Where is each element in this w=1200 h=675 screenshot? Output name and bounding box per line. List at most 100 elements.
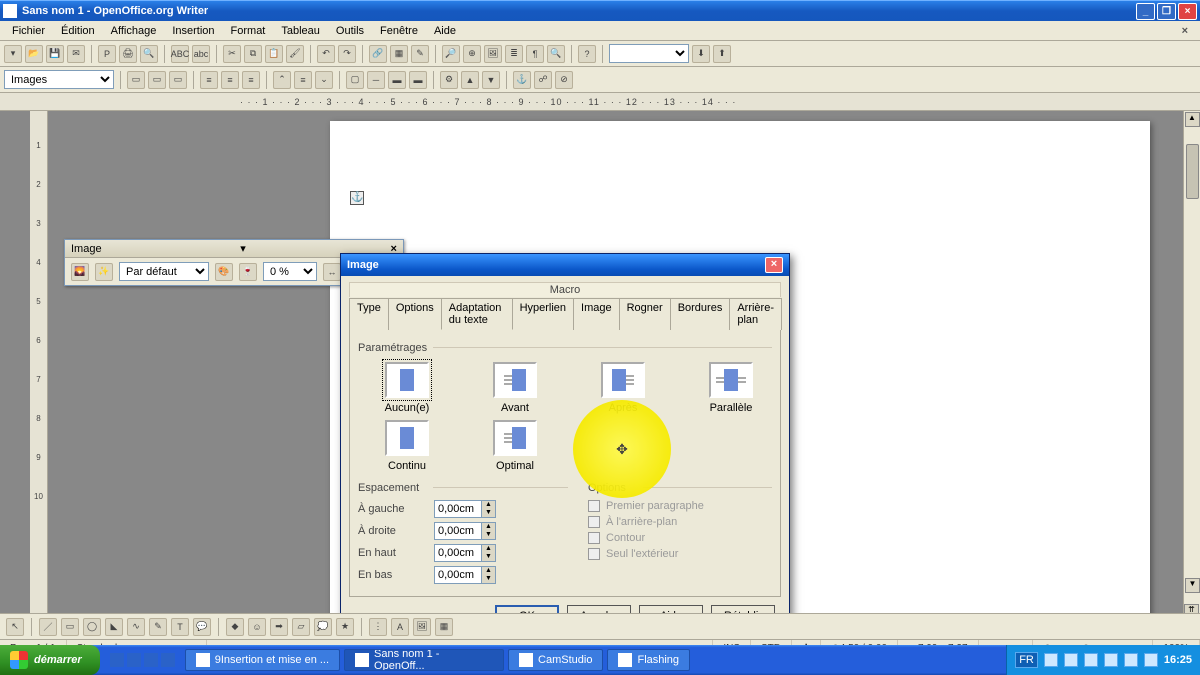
navigator-icon[interactable]: ⊕ — [463, 45, 481, 63]
align-left-icon[interactable]: ≡ — [200, 71, 218, 89]
tab-hyperlink[interactable]: Hyperlien — [512, 298, 574, 330]
stars-icon[interactable]: ★ — [336, 618, 354, 636]
dialog-title-bar[interactable]: Image × — [341, 254, 789, 276]
save-icon[interactable]: 💾 — [46, 45, 64, 63]
pdf-icon[interactable]: P — [98, 45, 116, 63]
toolbar-menu-icon[interactable]: ▾ — [240, 242, 246, 255]
format-paint-icon[interactable]: 🖌 — [286, 45, 304, 63]
wrap-before[interactable]: Avant — [480, 362, 550, 414]
align-center-icon[interactable]: ≡ — [221, 71, 239, 89]
curve-icon[interactable]: ∿ — [127, 618, 145, 636]
transparency-value[interactable]: 0 % — [263, 262, 317, 281]
task-item-writer[interactable]: Sans nom 1 - OpenOff... — [344, 649, 504, 671]
spin-down-icon[interactable]: ▼ — [481, 509, 495, 517]
flowchart-icon[interactable]: ▱ — [292, 618, 310, 636]
option-outside-only[interactable]: Seul l'extérieur — [588, 548, 772, 560]
find-icon[interactable]: 🔎 — [442, 45, 460, 63]
vertical-scrollbar[interactable]: ▲ ▼ ⇈ ◉ ⇊ — [1183, 111, 1200, 654]
borders-icon[interactable]: ▢ — [346, 71, 364, 89]
hyperlink-icon[interactable]: 🔗 — [369, 45, 387, 63]
graphics-mode-icon[interactable]: ✨ — [95, 263, 113, 281]
option-contour[interactable]: Contour — [588, 532, 772, 544]
gallery-icon[interactable]: 🖼 — [484, 45, 502, 63]
align-right-icon[interactable]: ≡ — [242, 71, 260, 89]
scroll-down-icon[interactable]: ▼ — [1185, 578, 1200, 593]
bottom-icon[interactable]: ⌄ — [315, 71, 333, 89]
ql-media-icon[interactable] — [144, 653, 158, 667]
tab-borders[interactable]: Bordures — [670, 298, 731, 330]
menu-tools[interactable]: Outils — [330, 23, 370, 39]
spacing-left-input[interactable]: ▲▼ — [434, 500, 496, 518]
print-icon[interactable]: 🖨 — [119, 45, 137, 63]
points-icon[interactable]: ⋮ — [369, 618, 387, 636]
document-close-icon[interactable]: × — [1176, 23, 1194, 39]
pointer-icon[interactable]: ↖ — [6, 618, 24, 636]
tray-icon[interactable] — [1144, 653, 1158, 667]
from-file-icon[interactable]: 🖼 — [413, 618, 431, 636]
ellipse-icon[interactable]: ◯ — [83, 618, 101, 636]
border-style-icon[interactable]: ─ — [367, 71, 385, 89]
spin-up-icon[interactable]: ▲ — [481, 501, 495, 509]
wrap-on-icon[interactable]: ▭ — [148, 71, 166, 89]
symbol-shapes-icon[interactable]: ☺ — [248, 618, 266, 636]
menu-file[interactable]: Fichier — [6, 23, 51, 39]
scroll-up-icon[interactable]: ▲ — [1185, 112, 1200, 127]
bring-front-icon[interactable]: ▲ — [461, 71, 479, 89]
text-icon[interactable]: T — [171, 618, 189, 636]
email-icon[interactable]: ✉ — [67, 45, 85, 63]
tab-options[interactable]: Options — [388, 298, 442, 330]
menu-window[interactable]: Fenêtre — [374, 23, 424, 39]
spellcheck-icon[interactable]: ABC — [171, 45, 189, 63]
graphics-mode-select[interactable]: Par défaut — [119, 262, 209, 281]
fontwork-icon[interactable]: A — [391, 618, 409, 636]
tab-type[interactable]: Type — [349, 298, 389, 330]
arrows-icon[interactable]: ➡ — [270, 618, 288, 636]
copy-icon[interactable]: ⧉ — [244, 45, 262, 63]
spacing-top-input[interactable]: ▲▼ — [434, 544, 496, 562]
top-icon[interactable]: ⌃ — [273, 71, 291, 89]
basic-shapes-icon[interactable]: ◆ — [226, 618, 244, 636]
callouts-icon[interactable]: 💭 — [314, 618, 332, 636]
menu-table[interactable]: Tableau — [275, 23, 326, 39]
style-selector[interactable]: Images — [4, 70, 114, 89]
task-item-camstudio[interactable]: CamStudio — [508, 649, 603, 671]
border-color-icon[interactable]: ▬ — [388, 71, 406, 89]
language-indicator[interactable]: FR — [1015, 652, 1038, 668]
color-icon[interactable]: 🎨 — [215, 263, 233, 281]
spacing-right-input[interactable]: ▲▼ — [434, 522, 496, 540]
option-in-background[interactable]: À l'arrière-plan — [588, 516, 772, 528]
link-frame-icon[interactable]: ☍ — [534, 71, 552, 89]
nonprinting-icon[interactable]: ¶ — [526, 45, 544, 63]
autospell-icon[interactable]: abc — [192, 45, 210, 63]
polygon-icon[interactable]: ◣ — [105, 618, 123, 636]
open-icon[interactable]: 📂 — [25, 45, 43, 63]
ql-ie-icon[interactable] — [110, 653, 124, 667]
new-icon[interactable]: ▾ — [4, 45, 22, 63]
tab-wrap[interactable]: Adaptation du texte — [441, 298, 513, 330]
tray-icon[interactable] — [1064, 653, 1078, 667]
dialog-macro-label[interactable]: Macro — [349, 282, 781, 297]
wrap-off-icon[interactable]: ▭ — [127, 71, 145, 89]
tab-crop[interactable]: Rogner — [619, 298, 671, 330]
dialog-close-icon[interactable]: × — [765, 257, 783, 273]
tray-icon[interactable] — [1044, 653, 1058, 667]
frame-props-icon[interactable]: ⚙ — [440, 71, 458, 89]
search-down-icon[interactable]: ⬇ — [692, 45, 710, 63]
middle-icon[interactable]: ≡ — [294, 71, 312, 89]
wrap-through-icon[interactable]: ▭ — [169, 71, 187, 89]
redo-icon[interactable]: ↷ — [338, 45, 356, 63]
rect-icon[interactable]: ▭ — [61, 618, 79, 636]
wrap-through[interactable]: Continu — [372, 420, 442, 472]
spacing-bottom-input[interactable]: ▲▼ — [434, 566, 496, 584]
unlink-frame-icon[interactable]: ⊘ — [555, 71, 573, 89]
search-input[interactable] — [609, 44, 689, 63]
option-first-paragraph[interactable]: Premier paragraphe — [588, 500, 772, 512]
scroll-thumb[interactable] — [1186, 144, 1199, 199]
menu-view[interactable]: Affichage — [105, 23, 163, 39]
undo-icon[interactable]: ↶ — [317, 45, 335, 63]
line-icon[interactable]: ／ — [39, 618, 57, 636]
flip-h-icon[interactable]: ↔ — [323, 263, 341, 281]
extrusion-icon[interactable]: ▦ — [435, 618, 453, 636]
cut-icon[interactable]: ✂ — [223, 45, 241, 63]
freeform-icon[interactable]: ✎ — [149, 618, 167, 636]
